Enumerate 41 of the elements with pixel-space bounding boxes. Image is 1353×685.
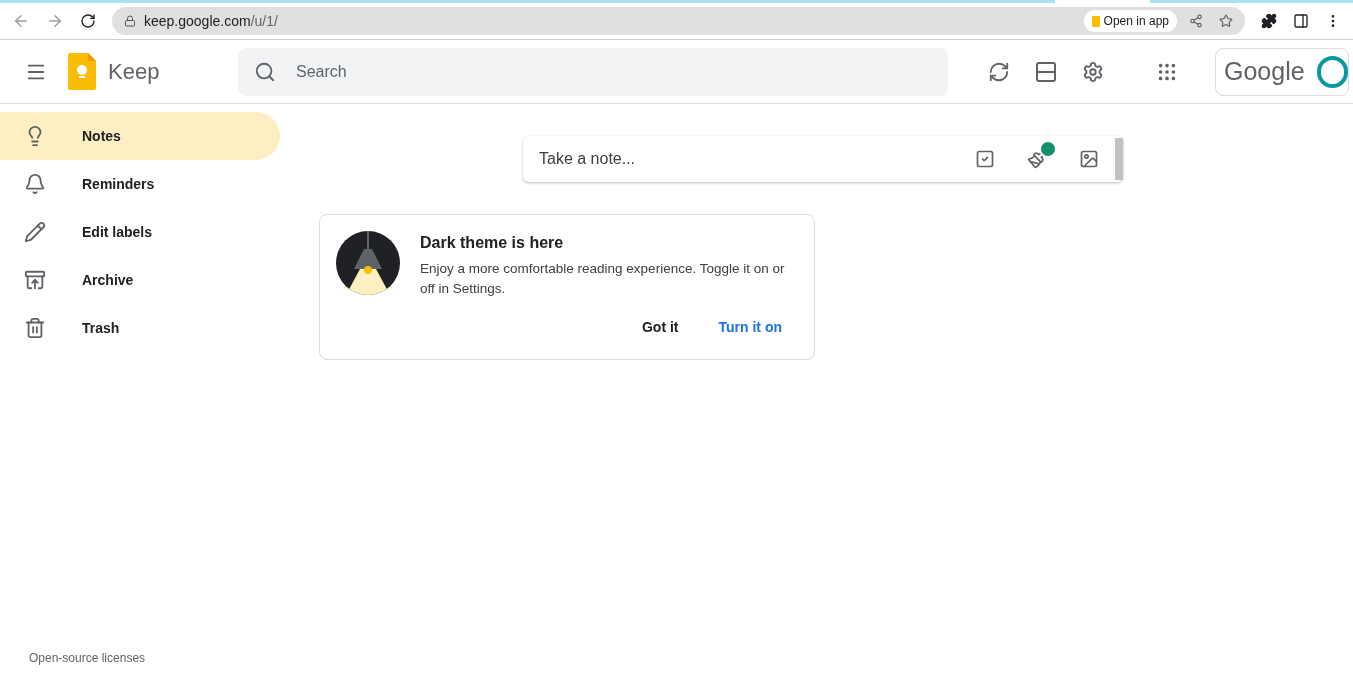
sidebar-item[interactable]: Archive [0, 256, 280, 304]
promo-title: Dark theme is here [420, 233, 565, 253]
account-button[interactable]: Google [1215, 47, 1349, 96]
list-view-icon[interactable] [1034, 59, 1058, 84]
trash-icon [24, 317, 46, 339]
address-bar[interactable]: keep.google.com/u/1/ Open in app [112, 7, 1245, 35]
note-composer[interactable]: Take a note... [523, 136, 1123, 182]
search-bar[interactable]: Search [238, 47, 948, 96]
side-panel-icon[interactable] [1293, 13, 1309, 29]
pencil-icon [24, 221, 46, 243]
settings-icon[interactable] [1082, 60, 1104, 83]
bell-icon [24, 173, 46, 195]
url-text: keep.google.com/u/1/ [144, 11, 279, 31]
back-icon[interactable] [12, 12, 30, 30]
lock-icon [124, 15, 136, 27]
dismiss-button[interactable]: Got it [625, 311, 695, 343]
extensions-icon[interactable] [1261, 13, 1277, 29]
forward-icon[interactable] [46, 12, 64, 30]
checkbox-icon[interactable] [975, 149, 995, 169]
share-icon[interactable] [1189, 14, 1203, 28]
star-icon[interactable] [1219, 14, 1233, 28]
reload-icon[interactable] [80, 13, 96, 29]
sidebar-item[interactable]: Trash [0, 304, 280, 352]
sidebar-item[interactable]: Reminders [0, 160, 280, 208]
turn-on-button[interactable]: Turn it on [702, 311, 798, 343]
search-icon[interactable] [254, 60, 276, 83]
sidebar-item[interactable]: Edit labels [0, 208, 280, 256]
archive-icon [24, 269, 46, 291]
note-input[interactable]: Take a note... [539, 147, 975, 171]
app-name: Keep [108, 58, 160, 86]
brand-text: Google [1224, 55, 1305, 87]
open-in-app-button[interactable]: Open in app [1083, 10, 1177, 32]
refresh-icon[interactable] [988, 60, 1010, 83]
brush-icon[interactable] [1027, 149, 1047, 169]
image-icon[interactable] [1079, 149, 1099, 169]
scrollbar [1115, 138, 1123, 180]
promo-body: Enjoy a more comfortable reading experience. Toggle it on or off in Settings. [420, 260, 786, 298]
search-field[interactable]: Search [296, 59, 932, 84]
licenses-link[interactable]: Open-source licenses [29, 651, 146, 665]
account-avatar [1316, 55, 1348, 88]
sidebar-item[interactable]: Notes [0, 112, 280, 160]
